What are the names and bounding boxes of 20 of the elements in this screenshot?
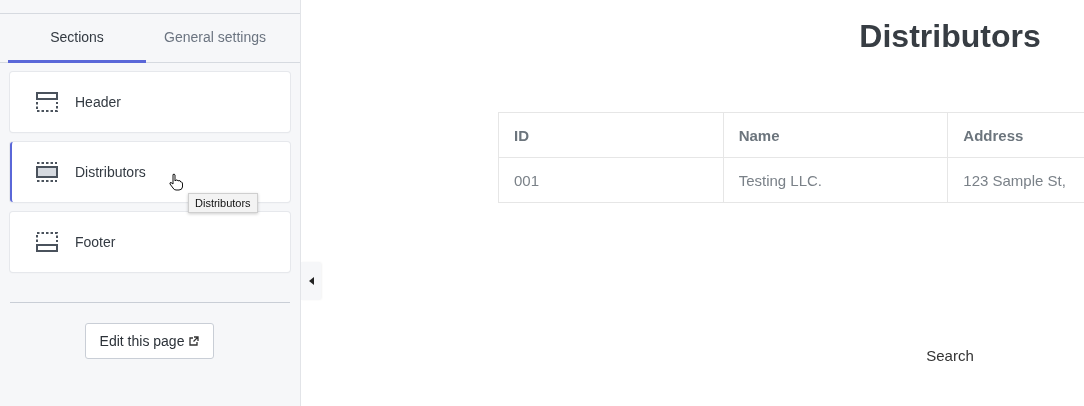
section-layout-icon <box>36 162 58 182</box>
column-header: Address <box>947 112 1084 158</box>
table-cell: 001 <box>498 157 724 203</box>
caret-left-icon <box>308 277 314 285</box>
sidebar-tab[interactable]: General settings <box>146 14 284 63</box>
section-layout-icon <box>36 92 58 112</box>
search-label: Search <box>926 347 974 364</box>
hand-cursor-icon <box>169 173 183 191</box>
column-header: Name <box>723 112 948 158</box>
tooltip: Distributors <box>188 193 258 213</box>
collapse-sidebar-button[interactable] <box>301 262 321 300</box>
column-header: ID <box>498 112 724 158</box>
edit-page-button[interactable]: Edit this page <box>84 323 215 359</box>
section-card[interactable]: Footer <box>10 212 290 272</box>
section-layout-icon <box>36 232 58 252</box>
external-link-icon <box>189 336 200 346</box>
page-title: Distributors <box>859 17 1041 56</box>
section-card[interactable]: Header <box>10 72 290 132</box>
sidebar-tab[interactable]: Sections <box>8 14 146 63</box>
table-cell: Testing LLC. <box>723 157 948 203</box>
